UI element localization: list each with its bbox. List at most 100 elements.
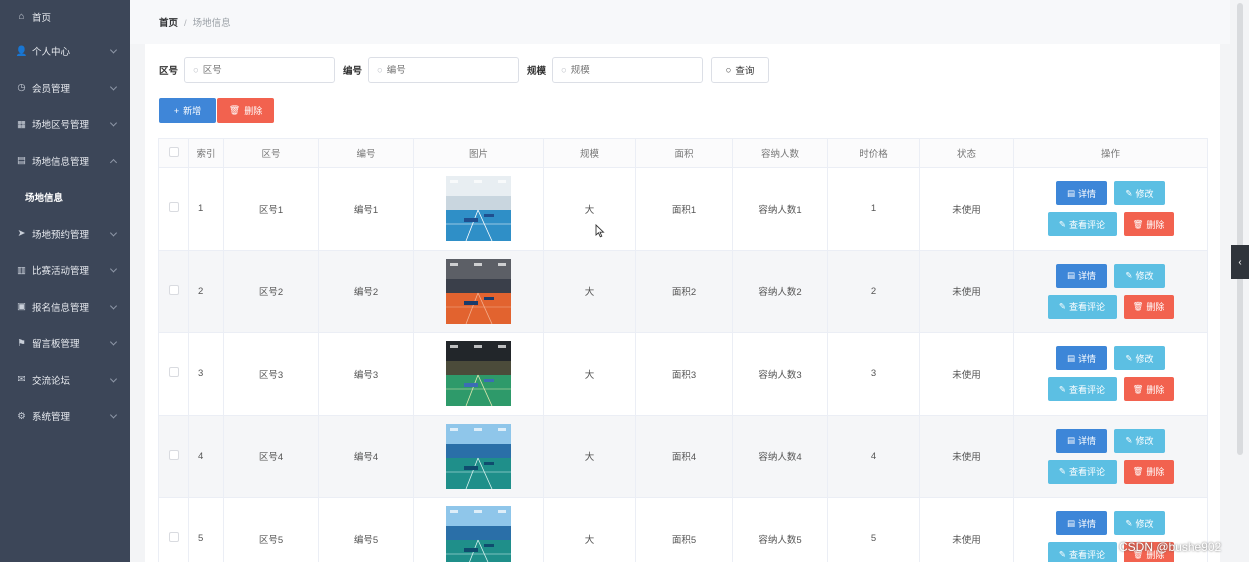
content-card: 区号 ○ 编号 ○ 规模 ○ ○ 查询 + 新增 🗑 删除 — [145, 44, 1220, 562]
pencil-icon: ✎ — [1058, 218, 1067, 229]
delete-button[interactable]: 🗑 删除 — [1123, 294, 1174, 319]
cell-status: 未使用 — [919, 497, 1014, 562]
edit-button[interactable]: ✎ 修改 — [1114, 346, 1165, 371]
sidebar-item-6[interactable]: ➤ 场地预约管理 — [0, 216, 130, 253]
view-reviews-button[interactable]: ✎ 查看评论 — [1047, 377, 1117, 402]
zone-input[interactable] — [202, 64, 323, 76]
select-all-checkbox[interactable] — [168, 146, 179, 157]
detail-button-label: 详情 — [1078, 436, 1097, 447]
sidebar-item-5[interactable]: 场地信息 — [0, 179, 130, 216]
breadcrumb-current: 场地信息 — [192, 18, 231, 29]
sidebar-item-0[interactable]: ⌂ 首页 — [0, 0, 130, 33]
code-input[interactable] — [386, 64, 507, 76]
venue-image[interactable] — [414, 506, 543, 562]
delete-button[interactable]: 🗑 删除 — [1123, 212, 1174, 237]
search-input-scale[interactable]: ○ — [552, 57, 704, 83]
pencil-icon: ✎ — [1125, 517, 1133, 528]
row-checkbox[interactable] — [168, 202, 179, 213]
add-button[interactable]: + 新增 — [159, 98, 216, 123]
row-checkbox[interactable] — [168, 284, 179, 295]
pencil-icon: ✎ — [1125, 435, 1133, 446]
sidebar-item-8[interactable]: ▣ 报名信息管理 — [0, 289, 130, 326]
detail-button[interactable]: ▤ 详情 — [1056, 346, 1107, 371]
cell-scale: 大 — [543, 332, 636, 416]
sidebar-item-3[interactable]: ▦ 场地区号管理 — [0, 106, 130, 143]
sidebar-item-label: 个人中心 — [32, 47, 71, 59]
pencil-icon: ✎ — [1058, 466, 1067, 477]
view-reviews-button[interactable]: ✎ 查看评论 — [1047, 294, 1117, 319]
row-checkbox-cell — [158, 249, 189, 333]
view-reviews-button[interactable]: ✎ 查看评论 — [1047, 212, 1117, 237]
scale-input[interactable] — [570, 64, 691, 76]
collapse-panel-handle[interactable]: ‹ — [1231, 245, 1249, 279]
sidebar-item-4[interactable]: ▤ 场地信息管理 — [0, 143, 130, 180]
pencil-icon: ✎ — [1125, 352, 1133, 363]
breadcrumb-home[interactable]: 首页 — [159, 18, 178, 29]
cell-price: 2 — [827, 249, 920, 333]
cell-status: 未使用 — [919, 414, 1014, 498]
sidebar-item-label: 交流论坛 — [32, 375, 71, 387]
document-icon: ▤ — [1066, 270, 1075, 281]
query-button[interactable]: ○ 查询 — [711, 57, 770, 83]
pencil-icon: ✎ — [1058, 301, 1067, 312]
sidebar: ⌂ 首页 👤 个人中心 ◷ 会员管理 ▦ 场地区号管理 ▤ 场地信息管理 场地信息 ➤ 场地预约管理 ▥ 比… — [0, 0, 130, 562]
detail-button[interactable]: ▤ 详情 — [1056, 263, 1107, 288]
sidebar-item-10[interactable]: ✉ 交流论坛 — [0, 362, 130, 399]
search-label-zone: 区号 — [159, 66, 179, 77]
sidebar-item-1[interactable]: 👤 个人中心 — [0, 33, 130, 70]
sidebar-item-11[interactable]: ⚙ 系统管理 — [0, 398, 130, 435]
edit-button-label: 修改 — [1135, 353, 1154, 364]
venue-image[interactable] — [414, 341, 543, 407]
sidebar-item-label: 场地预约管理 — [32, 229, 90, 241]
row-checkbox[interactable] — [168, 532, 179, 543]
row-checkbox[interactable] — [168, 367, 179, 378]
cell-area: 面积3 — [635, 332, 733, 416]
detail-button[interactable]: ▤ 详情 — [1056, 428, 1107, 453]
view-reviews-button[interactable]: ✎ 查看评论 — [1047, 459, 1117, 484]
edit-button[interactable]: ✎ 修改 — [1114, 263, 1165, 288]
cell-zone: 区号1 — [223, 167, 319, 251]
view-reviews-label: 查看评论 — [1069, 467, 1106, 478]
plus-icon: + — [173, 105, 180, 116]
query-button-label: 查询 — [735, 66, 755, 77]
row-checkbox-cell — [158, 497, 189, 562]
cell-code: 编号1 — [318, 167, 414, 251]
sidebar-item-label: 留言板管理 — [32, 339, 80, 351]
edit-button[interactable]: ✎ 修改 — [1114, 181, 1165, 206]
cell-actions: ▤ 详情 ✎ 修改 ✎ 查看评论 🗑 删除 — [1013, 332, 1208, 416]
edit-button[interactable]: ✎ 修改 — [1114, 428, 1165, 453]
venue-image[interactable] — [414, 423, 543, 489]
cell-status: 未使用 — [919, 249, 1014, 333]
sidebar-item-9[interactable]: ⚑ 留言板管理 — [0, 325, 130, 362]
cell-scale: 大 — [543, 167, 636, 251]
edit-button[interactable]: ✎ 修改 — [1114, 511, 1165, 536]
column-header: 索引 — [188, 138, 224, 168]
mouse-cursor-icon — [595, 224, 605, 238]
chevron-left-icon: ‹ — [1238, 256, 1242, 268]
venue-image[interactable] — [414, 258, 543, 324]
breadcrumb-separator: / — [184, 18, 187, 29]
chevron-down-icon — [109, 338, 118, 346]
table-row: 2 区号2 编号2 大面积2 容纳人数2 2 未使用 ▤ 详情 ✎ 修改 ✎ 查看评论 🗑 删除 — [158, 249, 1208, 333]
cell-area: 面积5 — [635, 497, 733, 562]
search-input-zone[interactable]: ○ — [184, 57, 336, 83]
sidebar-item-label: 场地信息管理 — [32, 156, 90, 168]
delete-button[interactable]: 🗑 删除 — [1123, 377, 1174, 402]
search-label-scale: 规模 — [527, 66, 547, 77]
cell-price: 3 — [827, 332, 920, 416]
sidebar-item-7[interactable]: ▥ 比赛活动管理 — [0, 252, 130, 289]
row-checkbox[interactable] — [168, 449, 179, 460]
detail-button[interactable]: ▤ 详情 — [1056, 181, 1107, 206]
cell-price: 1 — [827, 167, 920, 251]
delete-button[interactable]: 🗑 删除 — [1123, 459, 1174, 484]
column-header: 容纳人数 — [732, 138, 828, 168]
column-header: 规模 — [543, 138, 636, 168]
batch-delete-button[interactable]: 🗑 删除 — [217, 98, 274, 123]
scrollbar[interactable] — [1237, 3, 1243, 455]
venue-image[interactable] — [414, 176, 543, 242]
view-reviews-button[interactable]: ✎ 查看评论 — [1047, 542, 1117, 562]
detail-button[interactable]: ▤ 详情 — [1056, 511, 1107, 536]
chevron-down-icon — [109, 229, 118, 237]
sidebar-item-2[interactable]: ◷ 会员管理 — [0, 70, 130, 107]
search-input-code[interactable]: ○ — [368, 57, 520, 83]
